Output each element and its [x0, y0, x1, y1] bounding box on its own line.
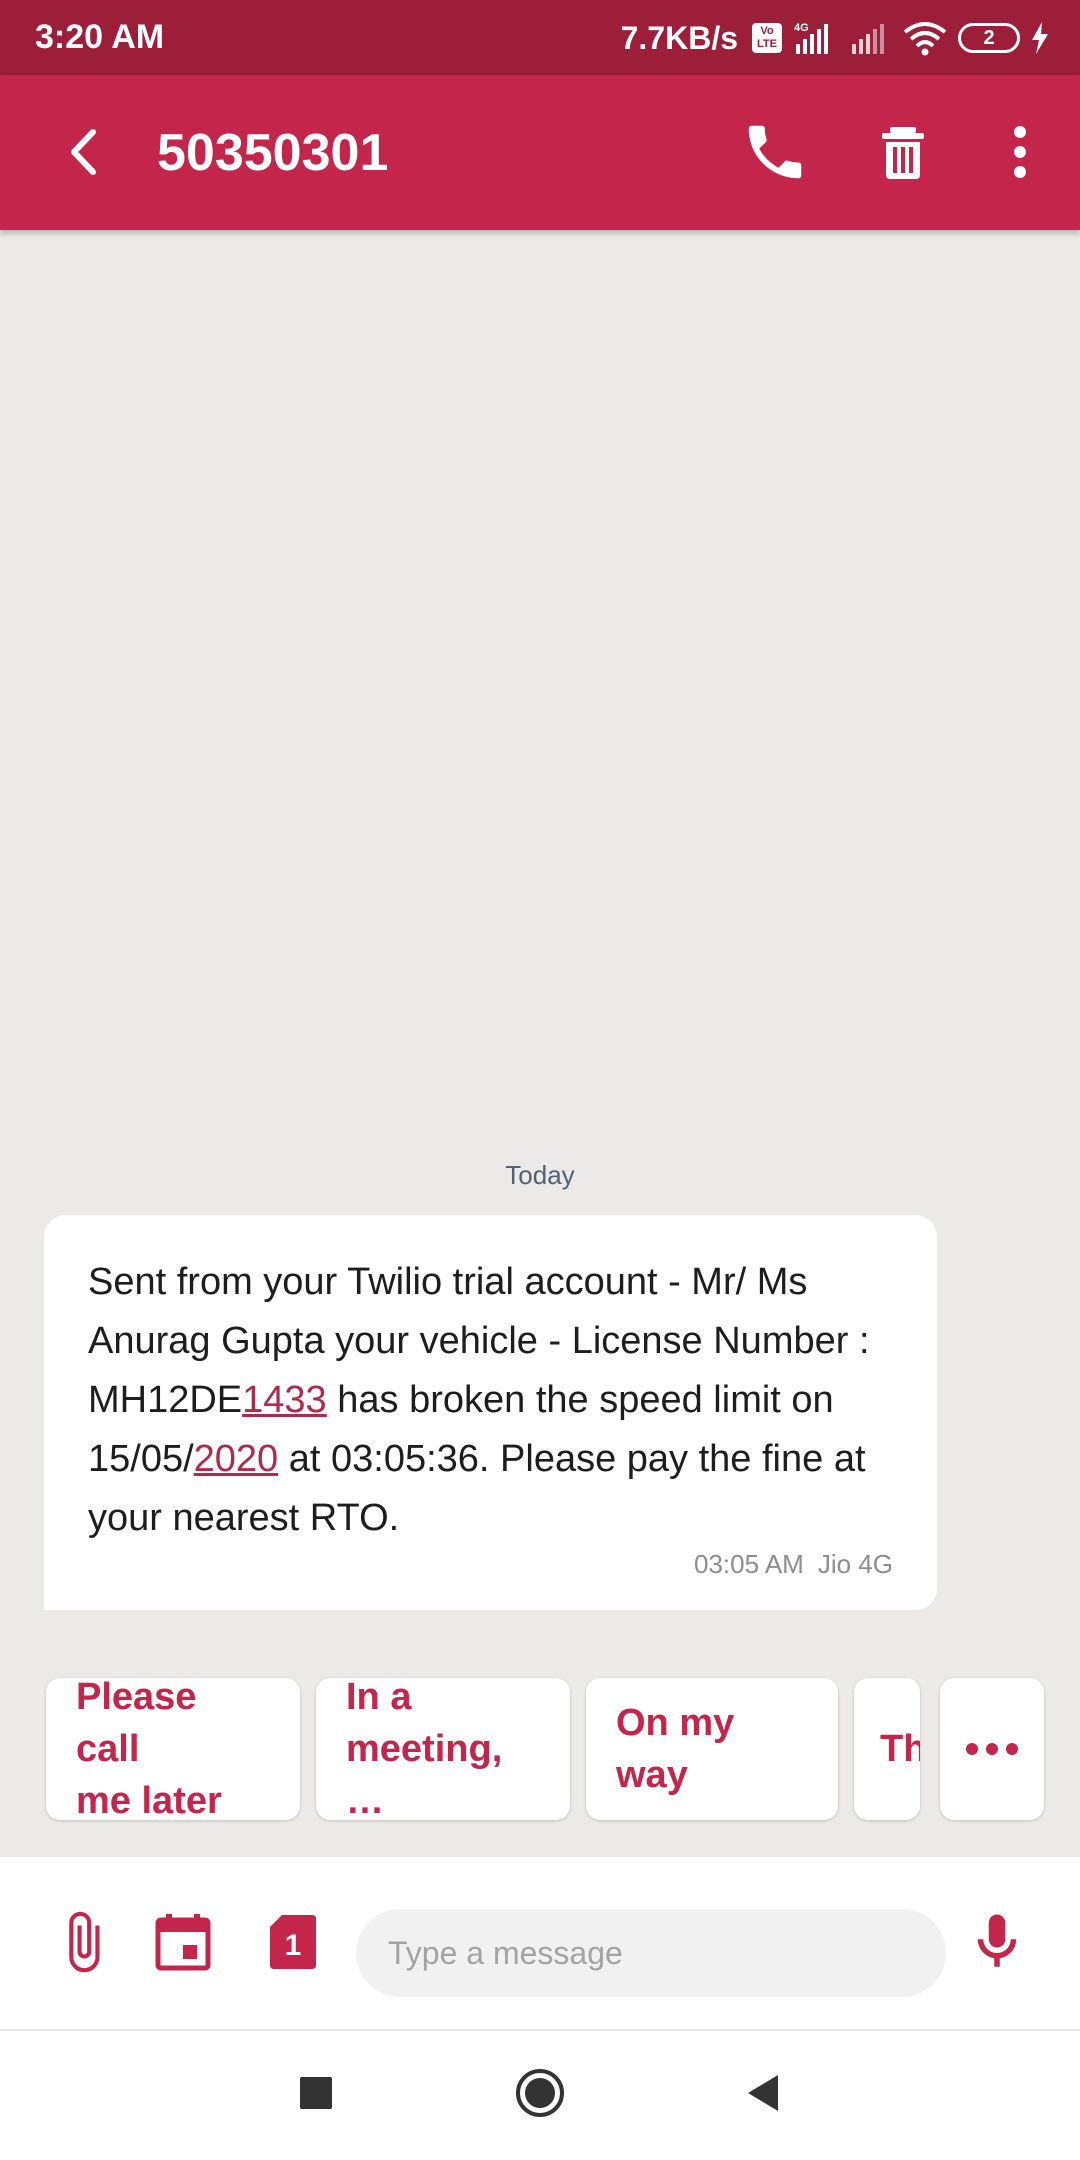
message-sim: Jio 4G: [817, 1549, 893, 1579]
voice-input-button[interactable]: [964, 1909, 1030, 1975]
mic-icon: [977, 1914, 1017, 1967]
nav-back-button[interactable]: [734, 2063, 794, 2123]
message-link[interactable]: 2020: [194, 1438, 279, 1480]
status-icons: 7.7KB/s Vo LTE 4G 2: [621, 14, 1050, 62]
back-arrow-icon: [71, 129, 96, 175]
message-input[interactable]: Type a message: [356, 1909, 946, 1997]
quick-replies: Please call me later In a meeting, … On …: [0, 1678, 1080, 1823]
system-nav-bar: [0, 2031, 1080, 2160]
quick-reply-label: On my way: [616, 1702, 735, 1796]
message-link[interactable]: 1433: [242, 1379, 327, 1421]
recents-button[interactable]: [286, 2063, 346, 2123]
back-triangle-icon: [748, 2075, 778, 2111]
sim-select-button[interactable]: 1: [260, 1909, 326, 1975]
status-bar: 3:20 AM 7.7KB/s Vo LTE 4G 2: [0, 0, 1080, 75]
delete-button[interactable]: [868, 117, 938, 187]
quick-reply-chip[interactable]: Please call me later: [46, 1678, 300, 1820]
message-meta: 03:05 AM Jio 4G: [694, 1549, 893, 1580]
conversation-title: 50350301: [157, 124, 389, 182]
attach-icon: [69, 1911, 100, 1973]
date-divider: Today: [505, 1160, 575, 1190]
battery-level: 2: [983, 26, 995, 49]
attach-button[interactable]: [50, 1909, 116, 1975]
message-text: Sent from your Twilio trial account - Mr…: [88, 1253, 893, 1548]
phone-icon: [748, 125, 802, 179]
recents-square-icon: [300, 2077, 332, 2109]
back-button[interactable]: [50, 117, 120, 187]
wifi-icon: [903, 22, 947, 56]
signal-4g-icon: 4G: [794, 22, 828, 54]
message-bubble[interactable]: Sent from your Twilio trial account - Mr…: [44, 1215, 937, 1610]
charging-icon: [1032, 22, 1048, 54]
sim-number: 1: [285, 1929, 302, 1962]
quick-reply-label: Th: [880, 1728, 920, 1770]
quick-reply-label: In a meeting, …: [346, 1678, 503, 1820]
schedule-button[interactable]: [150, 1909, 216, 1975]
more-vert-icon: [1014, 126, 1026, 178]
network-speed: 7.7KB/s: [620, 19, 738, 56]
sim-card-icon: 1: [270, 1915, 316, 1969]
battery-icon: 2: [958, 23, 1020, 53]
app-bar: 50350301: [0, 75, 1080, 230]
status-time: 3:20 AM: [35, 18, 165, 56]
signal-icon: [852, 24, 884, 54]
compose-bar: 1 Type a message: [0, 1857, 1080, 2031]
more-options-button[interactable]: [985, 117, 1055, 187]
calendar-icon: [155, 1914, 211, 1971]
trash-icon: [882, 127, 924, 179]
volte-icon: Vo LTE: [752, 23, 782, 53]
more-horiz-icon: [966, 1743, 1018, 1755]
message-time: 03:05 AM: [693, 1549, 804, 1579]
quick-reply-chip[interactable]: On my way: [586, 1678, 838, 1820]
quick-reply-label: Please call me later: [76, 1678, 222, 1820]
message-input-placeholder: Type a message: [388, 1934, 623, 1971]
call-button[interactable]: [740, 117, 810, 187]
quick-reply-chip[interactable]: Th: [854, 1678, 920, 1820]
quick-reply-chip[interactable]: In a meeting, …: [316, 1678, 570, 1820]
home-button[interactable]: [510, 2063, 570, 2123]
more-replies-button[interactable]: [940, 1678, 1044, 1820]
network-type-label: 4G: [794, 22, 809, 34]
home-circle-icon: [516, 2069, 564, 2117]
